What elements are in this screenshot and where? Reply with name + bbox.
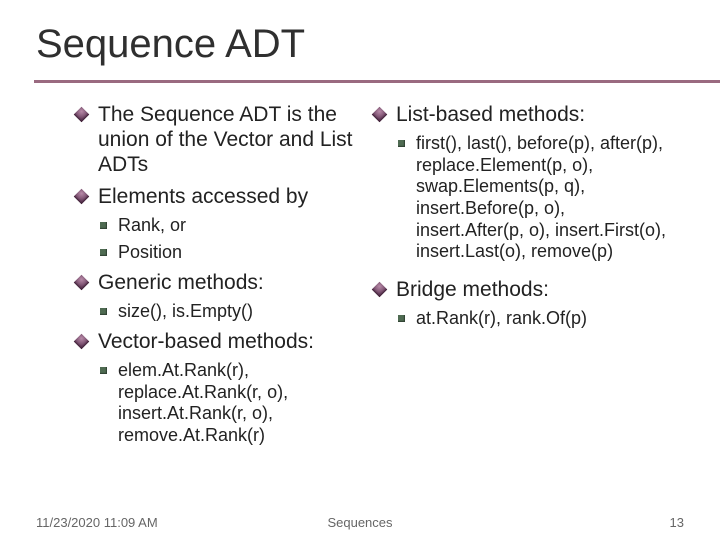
footer-datetime: 11/23/2020 11:09 AM	[36, 515, 158, 530]
bullet-text: The Sequence ADT is the union of the Vec…	[98, 103, 353, 176]
bullet-text: Generic methods:	[98, 271, 264, 294]
subbullet: elem.At.Rank(r), replace.At.Rank(r, o), …	[100, 360, 370, 446]
diamond-icon	[74, 333, 90, 349]
subbullet-text: at.Rank(r), rank.Of(p)	[416, 308, 587, 328]
bullet-elements: Elements accessed by	[76, 184, 370, 209]
title-underline	[34, 80, 720, 83]
subbullet-text: Position	[118, 242, 182, 262]
subbullet-text: elem.At.Rank(r), replace.At.Rank(r, o), …	[118, 360, 288, 445]
square-icon	[398, 140, 405, 147]
subbullet: at.Rank(r), rank.Of(p)	[398, 308, 674, 330]
left-column: The Sequence ADT is the union of the Vec…	[76, 96, 374, 498]
square-icon	[100, 222, 107, 229]
footer-page-number: 13	[670, 515, 684, 530]
square-icon	[100, 367, 107, 374]
bullet-vector: Vector-based methods:	[76, 329, 370, 354]
subbullet-text: Rank, or	[118, 215, 186, 235]
bullet-intro: The Sequence ADT is the union of the Vec…	[76, 102, 370, 178]
square-icon	[398, 315, 405, 322]
slide: Sequence ADT The Sequence ADT is the uni…	[0, 0, 720, 540]
slide-title: Sequence ADT	[36, 22, 684, 67]
bullet-text: Elements accessed by	[98, 185, 308, 208]
diamond-icon	[372, 281, 388, 297]
square-icon	[100, 249, 107, 256]
subbullet: Position	[100, 242, 370, 264]
diamond-icon	[372, 107, 388, 123]
subbullet-text: size(), is.Empty()	[118, 301, 253, 321]
subbullet: first(), last(), before(p), after(p), re…	[398, 133, 674, 263]
footer: 11/23/2020 11:09 AM Sequences 13	[36, 515, 684, 530]
diamond-icon	[74, 275, 90, 291]
content-columns: The Sequence ADT is the union of the Vec…	[76, 96, 696, 498]
bullet-text: Bridge methods:	[396, 278, 549, 301]
diamond-icon	[74, 107, 90, 123]
footer-title: Sequences	[327, 515, 392, 530]
subbullet: size(), is.Empty()	[100, 301, 370, 323]
bullet-list: List-based methods:	[374, 102, 674, 127]
subbullet-text: first(), last(), before(p), after(p), re…	[416, 133, 666, 261]
bullet-generic: Generic methods:	[76, 270, 370, 295]
bullet-bridge: Bridge methods:	[374, 277, 674, 302]
bullet-text: List-based methods:	[396, 103, 585, 126]
diamond-icon	[74, 188, 90, 204]
right-column: List-based methods: first(), last(), bef…	[374, 96, 674, 498]
square-icon	[100, 308, 107, 315]
bullet-text: Vector-based methods:	[98, 330, 314, 353]
subbullet: Rank, or	[100, 215, 370, 237]
